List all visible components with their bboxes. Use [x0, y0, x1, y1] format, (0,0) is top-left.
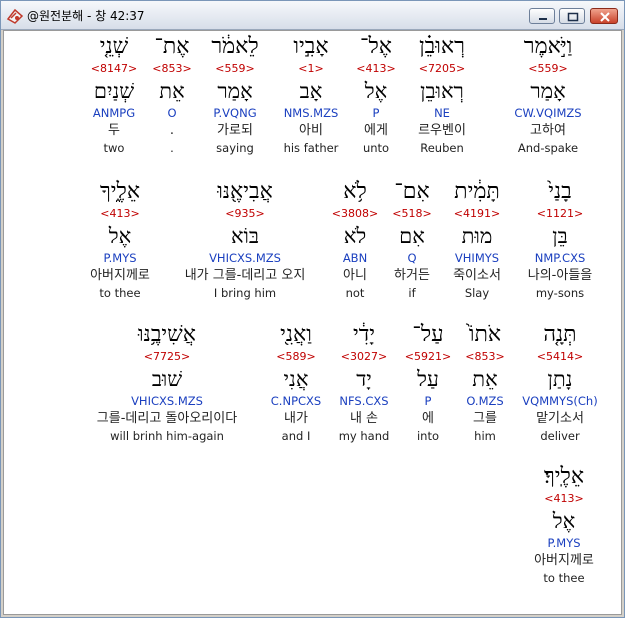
english-gloss: two: [103, 141, 125, 155]
english-gloss: and I: [281, 429, 311, 443]
korean-gloss: 내가: [284, 411, 308, 426]
korean-gloss: 두: [108, 123, 120, 138]
title-bar[interactable]: @원전분해 - 창 42:37: [1, 1, 624, 30]
english-gloss: deliver: [540, 429, 580, 443]
korean-gloss: 아버지께로: [90, 268, 150, 283]
lemma: אֶל: [552, 509, 576, 533]
word-cell[interactable]: אֵלֶ֑יךָ <413> אֶל P.MYS 아버지께로 to thee: [78, 178, 162, 301]
word-cell[interactable]: אֵלֶֽיךָ׃ <413> אֶל P.MYS 아버지께로 to thee: [522, 463, 606, 586]
lemma: שְׁנַיִם: [93, 79, 135, 103]
lemma: אֶל: [108, 224, 132, 248]
hebrew-word: אָבִ֣יו: [293, 34, 329, 59]
english-gloss: not: [345, 286, 365, 300]
english-gloss: I bring him: [213, 286, 277, 300]
morphology: ABN: [342, 251, 368, 265]
minimize-button[interactable]: [529, 8, 555, 24]
word-cell[interactable]: שְׁנֵ֤י <8147> שְׁנַיִם ANMPG 두 two: [72, 33, 156, 156]
window-title: @원전분해 - 창 42:37: [27, 9, 145, 23]
strong-number: <413>: [544, 492, 584, 505]
strong-number: <559>: [528, 62, 568, 75]
lemma: שׁוּב: [151, 367, 183, 391]
strong-number: <413>: [100, 207, 140, 220]
close-button[interactable]: [590, 8, 618, 24]
hebrew-word: אֵלֶ֑יךָ: [99, 179, 141, 204]
word-cell[interactable]: בָנַי֙ <1121> בֵּן NMP.CXS 나의-아들을 my-son…: [518, 178, 602, 301]
strong-number: <8147>: [90, 62, 138, 75]
maximize-button[interactable]: [559, 8, 585, 24]
lemma: בֵּן: [552, 224, 568, 248]
word-cell[interactable]: אָבִ֣יו <1> אָב NMS.MZS 아비 his father: [269, 33, 353, 156]
strong-number: <5414>: [536, 350, 584, 363]
korean-gloss: 아니: [343, 268, 367, 283]
hebrew-word: שְׁנֵ֤י: [99, 34, 129, 59]
hebrew-word: תְּנָ֤ה: [543, 322, 577, 347]
strong-number: <3808>: [331, 207, 379, 220]
app-icon: [6, 7, 24, 24]
korean-gloss: 고하여: [530, 123, 566, 138]
morphology: P.MYS: [547, 536, 581, 550]
strong-number: <7725>: [143, 350, 191, 363]
strong-number: <1>: [298, 62, 324, 75]
morphology: NMP.CXS: [534, 251, 586, 265]
morphology: C.NPCXS: [270, 394, 322, 408]
morphology: VQMMYS(Ch): [522, 394, 598, 408]
english-gloss: to thee: [543, 571, 585, 585]
english-gloss: my-sons: [535, 286, 585, 300]
morphology: NMS.MZS: [283, 106, 339, 120]
korean-gloss: 그를-데리고 돌아오리이다: [96, 411, 238, 426]
word-cell[interactable]: תְּנָ֤ה <5414> נָתַן VQMMYS(Ch) 맡기소서 del…: [518, 321, 602, 444]
lemma: אָמַר: [530, 79, 566, 103]
hebrew-word: וַיֹּ֣אמֶר: [523, 34, 573, 59]
morphology: ANMPG: [92, 106, 136, 120]
morphology: P.MYS: [103, 251, 137, 265]
interlinear-panel[interactable]: וַיֹּ֣אמֶר <559> אָמַר CW.VQIMZS 고하여 And…: [3, 30, 622, 615]
korean-gloss: 맡기소서: [536, 411, 584, 426]
korean-gloss: 아버지께로: [534, 553, 594, 568]
strong-number: <589>: [276, 350, 316, 363]
korean-gloss: 내가 그를-데리고 오지: [184, 268, 306, 283]
word-cell[interactable]: וַאֲנִ֖י <589> אֲנִי C.NPCXS 내가 and I: [254, 321, 338, 444]
english-gloss: And-spake: [517, 141, 579, 155]
korean-gloss: 아비: [299, 123, 323, 138]
morphology: CW.VQIMZS: [514, 106, 582, 120]
hebrew-word: וַאֲנִ֖י: [280, 322, 312, 347]
word-cell[interactable]: לֹ֥א <3808> לֹא ABN 아니 not: [313, 178, 397, 301]
lemma: נָתַן: [547, 367, 573, 391]
hebrew-word: אֲשִׁיבֶ֥נּוּ: [138, 322, 196, 347]
strong-number: <935>: [225, 207, 265, 220]
english-gloss: his father: [283, 141, 339, 155]
lemma: לֹא: [343, 224, 367, 248]
morphology: VHICXS.MZS: [209, 251, 281, 265]
lemma: אָב: [299, 79, 323, 103]
word-cell[interactable]: אֲשִׁיבֶ֥נּוּ <7725> שׁוּב VHICXS.MZS 그를…: [77, 321, 257, 444]
word-cell[interactable]: אֲבִיאֶ֖נּוּ <935> בּוֹא VHICXS.MZS 내가 그…: [172, 178, 318, 301]
hebrew-word: לֹ֥א: [343, 179, 367, 204]
hebrew-word: אֲבִיאֶ֖נּוּ: [217, 179, 273, 204]
hebrew-word: אֵלֶֽיךָ׃: [543, 464, 585, 489]
strong-number: <1121>: [536, 207, 584, 220]
app-window: @원전분해 - 창 42:37 וַיֹּ֣אמֶר <559> אָמַר C…: [0, 0, 625, 618]
morphology: VHICXS.MZS: [131, 394, 203, 408]
lemma: אֲנִי: [283, 367, 309, 391]
korean-gloss: 나의-아들을: [527, 268, 593, 283]
english-gloss: to thee: [99, 286, 141, 300]
hebrew-word: בָנַי֙: [548, 179, 572, 204]
english-gloss: will brinh him-again: [110, 429, 224, 443]
lemma: בּוֹא: [230, 224, 260, 248]
word-cell[interactable]: וַיֹּ֣אמֶר <559> אָמַר CW.VQIMZS 고하여 And…: [506, 33, 590, 156]
